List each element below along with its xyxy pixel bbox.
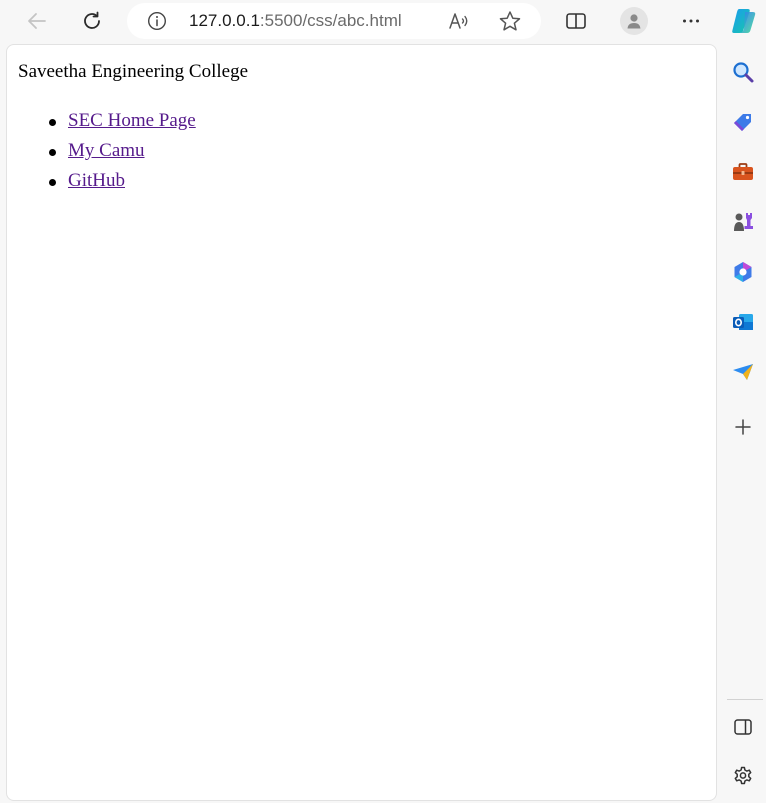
- avatar: [620, 7, 648, 35]
- games-icon: [734, 213, 753, 231]
- more-options-button[interactable]: [673, 3, 709, 39]
- sidebar-panel-button[interactable]: [727, 711, 759, 743]
- sidebar-tools-button[interactable]: [727, 156, 759, 188]
- split-screen-button[interactable]: [558, 3, 594, 39]
- sidebar-drop-button[interactable]: [727, 356, 759, 388]
- sidebar-divider: [727, 699, 763, 700]
- my-camu-link[interactable]: My Camu: [68, 140, 145, 161]
- profile-icon: [627, 14, 641, 29]
- browser-toolbar: 127.0.0.1:5500/css/abc.html: [0, 0, 766, 44]
- browser-window: 127.0.0.1:5500/css/abc.html Saveetha Eng…: [0, 0, 766, 803]
- refresh-icon: [84, 11, 100, 29]
- url-text[interactable]: 127.0.0.1:5500/css/abc.html: [189, 11, 402, 31]
- copilot-button[interactable]: [726, 3, 762, 39]
- sidebar-settings-button[interactable]: [727, 760, 759, 792]
- list-item: GitHub: [18, 169, 196, 199]
- read-aloud-icon[interactable]: [448, 11, 470, 31]
- back-arrow-icon: [28, 13, 46, 29]
- link-list: SEC Home Page My Camu GitHub: [18, 109, 196, 199]
- web-page-viewport: Saveetha Engineering College SEC Home Pa…: [6, 44, 717, 801]
- tools-briefcase-icon: [733, 163, 753, 180]
- info-icon[interactable]: [147, 11, 167, 31]
- star-icon[interactable]: [498, 10, 522, 32]
- sidebar-m365-button[interactable]: [727, 256, 759, 288]
- more-dots-icon: [683, 19, 699, 23]
- address-bar[interactable]: 127.0.0.1:5500/css/abc.html: [127, 3, 541, 39]
- copilot-icon: [732, 9, 756, 33]
- drop-send-icon: [733, 364, 753, 380]
- sidebar-add-button[interactable]: [727, 411, 759, 443]
- list-item: SEC Home Page: [18, 109, 196, 139]
- shopping-tag-icon: [734, 114, 751, 131]
- search-icon: [733, 62, 754, 83]
- sidebar-games-button[interactable]: [727, 206, 759, 238]
- college-heading: Saveetha Engineering College: [18, 61, 249, 82]
- outlook-icon: [733, 314, 753, 330]
- list-item: My Camu: [18, 139, 196, 169]
- sidebar-shopping-button[interactable]: [727, 106, 759, 138]
- profile-button[interactable]: [616, 3, 652, 39]
- microsoft365-icon: [734, 262, 752, 282]
- sec-home-page-link[interactable]: SEC Home Page: [68, 110, 196, 131]
- split-screen-icon: [566, 13, 586, 29]
- url-host: 127.0.0.1: [189, 11, 260, 30]
- settings-gear-icon: [734, 766, 752, 785]
- add-icon: [735, 419, 751, 435]
- github-link[interactable]: GitHub: [68, 170, 125, 191]
- sidebar-search-button[interactable]: [727, 56, 759, 88]
- url-path: :5500/css/abc.html: [259, 11, 402, 30]
- sidebar-panel-icon: [734, 719, 752, 735]
- sidebar-outlook-button[interactable]: [727, 306, 759, 338]
- back-button[interactable]: [19, 3, 55, 39]
- refresh-button[interactable]: [74, 3, 110, 39]
- edge-sidebar: [718, 44, 766, 803]
